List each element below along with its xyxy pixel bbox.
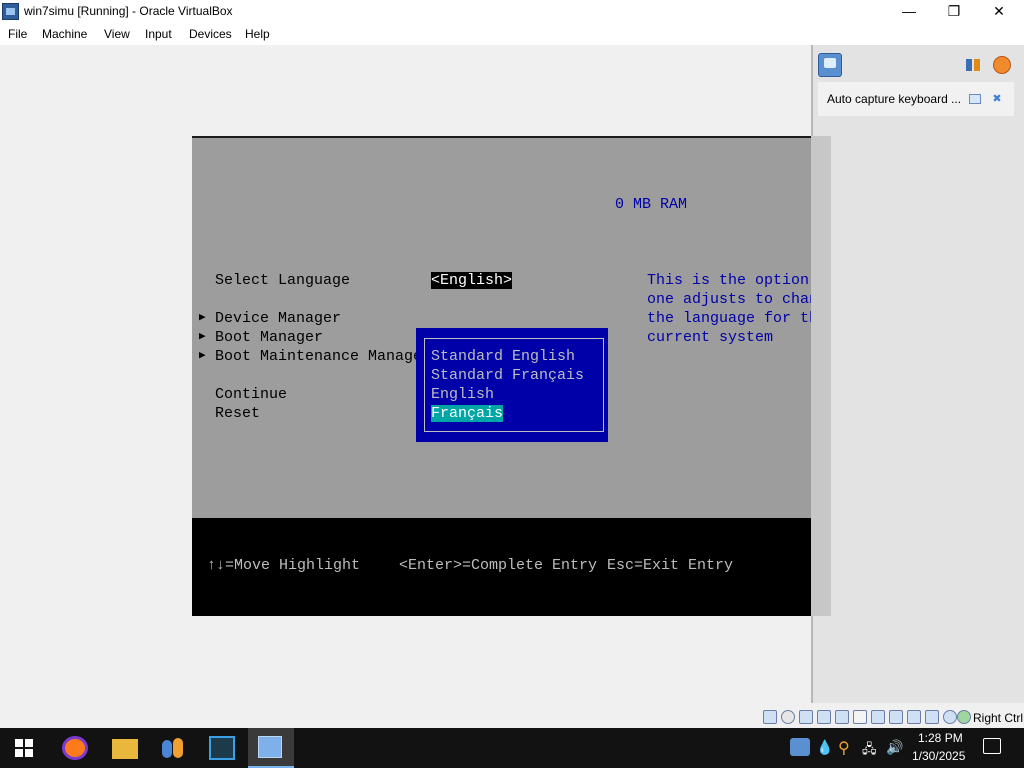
tray-volume-icon[interactable]: 🔊 (886, 739, 903, 756)
device-manager-arrow-icon: ▶ (199, 312, 206, 324)
boot-maintenance-arrow-icon: ▶ (199, 350, 206, 362)
guest-screen[interactable]: 0 MB RAM Select Language <English> ▶ Dev… (192, 136, 811, 616)
option-standard-english[interactable]: Standard English (431, 348, 575, 365)
notification-center-icon[interactable] (818, 53, 842, 77)
maximize-button[interactable]: ❐ (931, 0, 977, 24)
tray-time[interactable]: 1:28 PM (918, 731, 963, 745)
windows-start-icon[interactable] (15, 739, 33, 757)
footer-exit-entry: Esc=Exit Entry (607, 557, 734, 574)
guest-additions-icon[interactable] (943, 710, 957, 724)
network-icon[interactable] (817, 710, 831, 724)
boot-manager-arrow-icon: ▶ (199, 331, 206, 343)
tray-date[interactable]: 1/30/2025 (912, 749, 965, 763)
notification-info-icon[interactable] (969, 94, 981, 104)
notification-text: Auto capture keyboard ... (827, 92, 962, 106)
option-francais-selected[interactable]: Français (431, 405, 504, 422)
audio-icon[interactable] (799, 710, 813, 724)
vbox-manager-icon[interactable] (209, 736, 235, 760)
action-center-icon[interactable] (983, 738, 1001, 754)
optical-drive-icon[interactable] (781, 710, 795, 724)
menu-input[interactable]: Input (145, 27, 172, 41)
pin-icon[interactable] (965, 57, 981, 73)
menu-file[interactable]: File (8, 27, 27, 41)
close-button[interactable]: ✕ (976, 0, 1022, 24)
mouse-integration-icon[interactable] (925, 710, 939, 724)
select-language-value[interactable]: <English> (431, 272, 513, 289)
menu-devices[interactable]: Devices (189, 27, 232, 41)
shared-folders-icon[interactable] (853, 710, 867, 724)
tray-network-users-icon[interactable] (790, 738, 810, 756)
menu-machine[interactable]: Machine (42, 27, 87, 41)
firefox-icon[interactable] (62, 736, 88, 760)
hard-disk-icon[interactable] (763, 710, 777, 724)
tray-droplet-icon[interactable]: 💧 (816, 739, 833, 756)
option-standard-francais[interactable]: Standard Français (431, 367, 584, 384)
menu-help[interactable]: Help (245, 27, 270, 41)
help-line-1: This is the option (647, 272, 810, 289)
option-english[interactable]: English (431, 386, 494, 403)
help-line-4: current system (647, 329, 774, 346)
menu-device-manager[interactable]: Device Manager (215, 310, 341, 327)
file-explorer-icon[interactable] (112, 739, 138, 759)
title-bar: win7simu [Running] - Oracle VirtualBox —… (0, 0, 1024, 24)
menu-reset[interactable]: Reset (215, 405, 260, 422)
guest-screen-overflow (811, 136, 831, 616)
footer-complete-entry: <Enter>=Complete Entry (399, 557, 598, 574)
virtualization-icon[interactable] (907, 710, 921, 724)
active-task-virtualbox[interactable] (248, 728, 294, 768)
virtualbox-vm-icon (258, 736, 282, 758)
tray-search-icon[interactable]: ⚲ (838, 738, 850, 758)
notification-item: Auto capture keyboard ... ✖ (818, 82, 1014, 116)
usb-icon[interactable] (835, 710, 849, 724)
host-key-label: Right Ctrl (973, 711, 1024, 725)
help-line-2: one adjusts to change (647, 291, 811, 308)
menu-boot-manager[interactable]: Boot Manager (215, 329, 323, 346)
window-title: win7simu [Running] - Oracle VirtualBox (24, 4, 233, 18)
menu-boot-maintenance-manager[interactable]: Boot Maintenance Manager (215, 348, 431, 365)
keyboard-capture-icon[interactable] (957, 710, 971, 724)
side-panel (811, 45, 1024, 703)
tray-network-icon[interactable]: 🖧 (862, 740, 877, 762)
virtualbox-app-icon (2, 3, 19, 20)
help-line-3: the language for the (647, 310, 811, 327)
minimize-button[interactable]: — (886, 0, 932, 24)
ram-info: 0 MB RAM (615, 196, 688, 213)
select-language-label: Select Language (215, 272, 351, 289)
close-notifications-icon[interactable] (993, 56, 1011, 74)
footer-move-highlight: ↑↓=Move Highlight (207, 557, 361, 574)
network-users-icon[interactable] (160, 736, 186, 760)
display-icon[interactable] (871, 710, 885, 724)
notification-dismiss-icon[interactable]: ✖ (991, 93, 1003, 105)
bios-footer: ↑↓=Move Highlight <Enter>=Complete Entry… (192, 518, 811, 616)
language-popup: Standard English Standard Français Engli… (416, 328, 608, 442)
menu-view[interactable]: View (104, 27, 130, 41)
menu-continue[interactable]: Continue (215, 386, 287, 403)
recording-icon[interactable] (889, 710, 903, 724)
